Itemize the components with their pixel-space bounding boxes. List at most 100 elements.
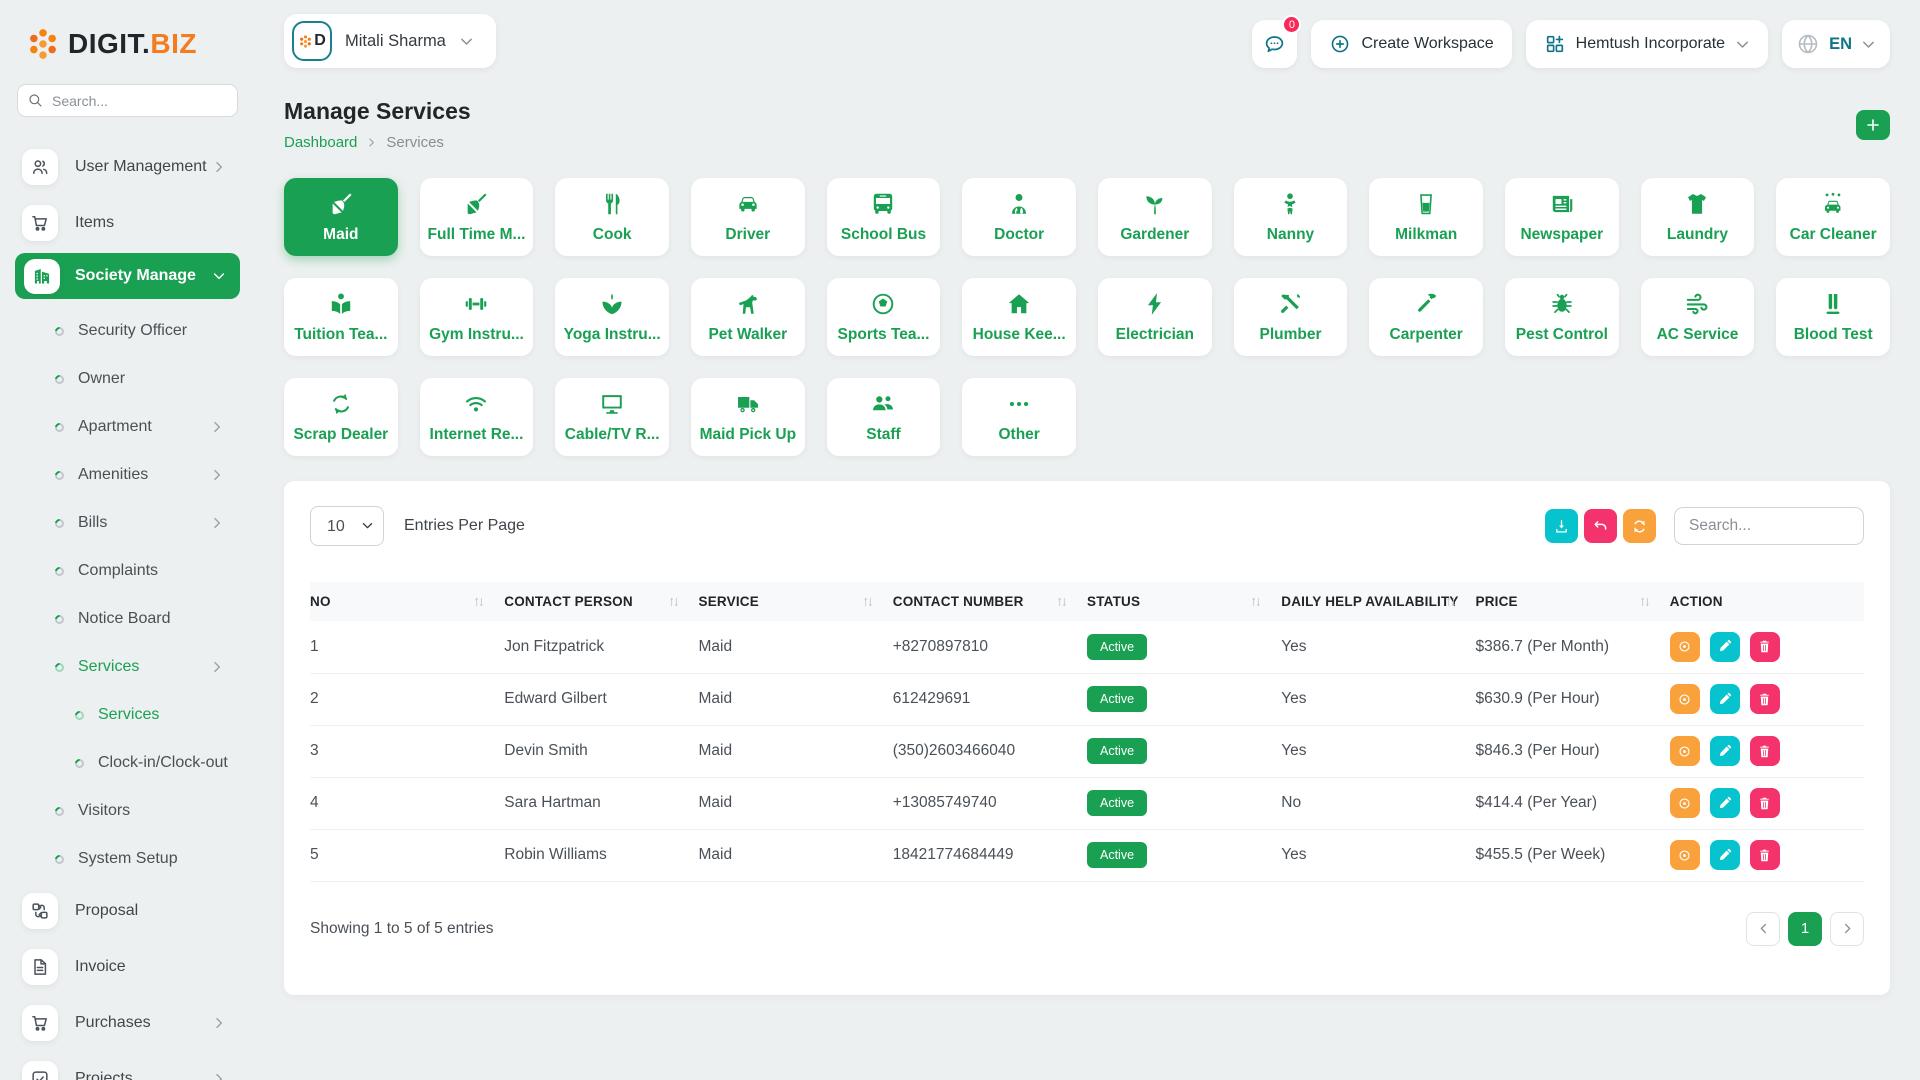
edit-button[interactable] [1710, 684, 1740, 714]
service-tile[interactable]: Milkman [1369, 178, 1483, 256]
page-title: Manage Services [284, 98, 471, 125]
sidebar-item[interactable]: Projects [17, 1051, 240, 1080]
column-header[interactable]: STATUS [1087, 582, 1281, 621]
service-tile[interactable]: Newspaper [1505, 178, 1619, 256]
service-tile[interactable]: Sports Tea... [827, 278, 941, 356]
column-header[interactable]: ACTION [1670, 582, 1864, 621]
service-tile[interactable]: Full Time M... [420, 178, 534, 256]
view-button[interactable] [1670, 684, 1700, 714]
status-badge: Active [1087, 634, 1147, 660]
sort-icon[interactable] [1444, 595, 1458, 609]
undo-button[interactable] [1584, 509, 1617, 543]
service-tile[interactable]: Pet Walker [691, 278, 805, 356]
sidebar-subitem[interactable]: Services [17, 691, 240, 739]
delete-button[interactable] [1750, 840, 1780, 870]
column-header[interactable]: DAILY HELP AVAILABILITY [1281, 582, 1475, 621]
sort-icon[interactable] [472, 595, 486, 609]
edit-button[interactable] [1710, 788, 1740, 818]
breadcrumb-dashboard[interactable]: Dashboard [284, 134, 357, 151]
view-button[interactable] [1670, 788, 1700, 818]
service-tile[interactable]: Maid Pick Up [691, 378, 805, 456]
refresh-button[interactable] [1623, 509, 1656, 543]
export-button[interactable] [1545, 509, 1578, 543]
language-selector[interactable]: EN [1782, 20, 1890, 68]
sort-icon[interactable] [861, 595, 875, 609]
service-tile[interactable]: Nanny [1234, 178, 1348, 256]
delete-button[interactable] [1750, 632, 1780, 662]
edit-button[interactable] [1710, 840, 1740, 870]
sidebar-subitem[interactable]: Amenities [17, 451, 240, 499]
sidebar-item[interactable]: User Management [17, 139, 240, 195]
sidebar-item[interactable]: Invoice [17, 939, 240, 995]
service-tile[interactable]: Blood Test [1776, 278, 1890, 356]
delete-button[interactable] [1750, 684, 1780, 714]
service-tile[interactable]: Internet Re... [420, 378, 534, 456]
sidebar-subitem[interactable]: Owner [17, 355, 240, 403]
view-button[interactable] [1670, 840, 1700, 870]
sidebar-subitem[interactable]: Notice Board [17, 595, 240, 643]
service-tile[interactable]: Electrician [1098, 278, 1212, 356]
sidebar-item[interactable]: Items [17, 195, 240, 251]
service-tile[interactable]: Tuition Tea... [284, 278, 398, 356]
sort-icon[interactable] [1638, 595, 1652, 609]
column-header[interactable]: NO [310, 582, 504, 621]
column-header[interactable]: PRICE [1476, 582, 1670, 621]
service-tile[interactable]: Other [962, 378, 1076, 456]
service-tile[interactable]: Maid [284, 178, 398, 256]
column-header-label: NO [310, 594, 331, 609]
delete-button[interactable] [1750, 736, 1780, 766]
service-tile[interactable]: Cook [555, 178, 669, 256]
service-tile[interactable]: Driver [691, 178, 805, 256]
sort-icon[interactable] [667, 595, 681, 609]
delete-button[interactable] [1750, 788, 1780, 818]
sidebar-subitem[interactable]: Bills [17, 499, 240, 547]
table-search-input[interactable] [1674, 507, 1864, 545]
sidebar-item[interactable]: Proposal [17, 883, 240, 939]
sidebar-search-input[interactable] [17, 84, 238, 117]
entries-per-page-select[interactable]: 10 [310, 506, 384, 546]
service-tile[interactable]: Plumber [1234, 278, 1348, 356]
sidebar-item-society-manage[interactable]: Society Manage [15, 253, 240, 299]
sidebar-subitem[interactable]: Visitors [17, 787, 240, 835]
sort-icon[interactable] [1055, 595, 1069, 609]
view-button[interactable] [1670, 632, 1700, 662]
service-tile[interactable]: AC Service [1641, 278, 1755, 356]
edit-button[interactable] [1710, 632, 1740, 662]
sort-icon[interactable] [1249, 595, 1263, 609]
service-tile[interactable]: Staff [827, 378, 941, 456]
column-header[interactable]: CONTACT PERSON [504, 582, 698, 621]
user-menu[interactable]: D Mitali Sharma [284, 14, 496, 68]
add-service-button[interactable] [1856, 110, 1890, 140]
page-number-button[interactable]: 1 [1788, 912, 1822, 946]
sidebar-subitem[interactable]: Clock-in/Clock-out [17, 739, 240, 787]
service-tile[interactable]: Doctor [962, 178, 1076, 256]
service-tile[interactable]: Carpenter [1369, 278, 1483, 356]
sidebar-subitem[interactable]: Security Officer [17, 307, 240, 355]
sidebar-item[interactable]: Purchases [17, 995, 240, 1051]
prev-page-button[interactable] [1746, 912, 1780, 946]
service-tile[interactable]: Cable/TV R... [555, 378, 669, 456]
service-tile[interactable]: School Bus [827, 178, 941, 256]
sidebar-subitem[interactable]: Apartment [17, 403, 240, 451]
service-tile[interactable]: House Kee... [962, 278, 1076, 356]
app-logo[interactable]: DIGIT.BIZ [25, 24, 240, 64]
sidebar-subitem[interactable]: Complaints [17, 547, 240, 595]
cell-no: 3 [310, 725, 504, 777]
next-page-button[interactable] [1830, 912, 1864, 946]
create-workspace-button[interactable]: Create Workspace [1311, 20, 1511, 68]
edit-button[interactable] [1710, 736, 1740, 766]
service-tile[interactable]: Scrap Dealer [284, 378, 398, 456]
sidebar-subitem[interactable]: System Setup [17, 835, 240, 883]
view-button[interactable] [1670, 736, 1700, 766]
service-tile[interactable]: Laundry [1641, 178, 1755, 256]
column-header[interactable]: CONTACT NUMBER [893, 582, 1087, 621]
service-tile[interactable]: Car Cleaner [1776, 178, 1890, 256]
notifications-button[interactable]: 0 [1252, 20, 1297, 68]
sidebar-subitem[interactable]: Services [17, 643, 240, 691]
service-tile[interactable]: Yoga Instru... [555, 278, 669, 356]
column-header[interactable]: SERVICE [699, 582, 893, 621]
service-tile[interactable]: Gardener [1098, 178, 1212, 256]
company-selector[interactable]: Hemtush Incorporate [1526, 20, 1768, 68]
service-tile[interactable]: Pest Control [1505, 278, 1619, 356]
service-tile[interactable]: Gym Instru... [420, 278, 534, 356]
